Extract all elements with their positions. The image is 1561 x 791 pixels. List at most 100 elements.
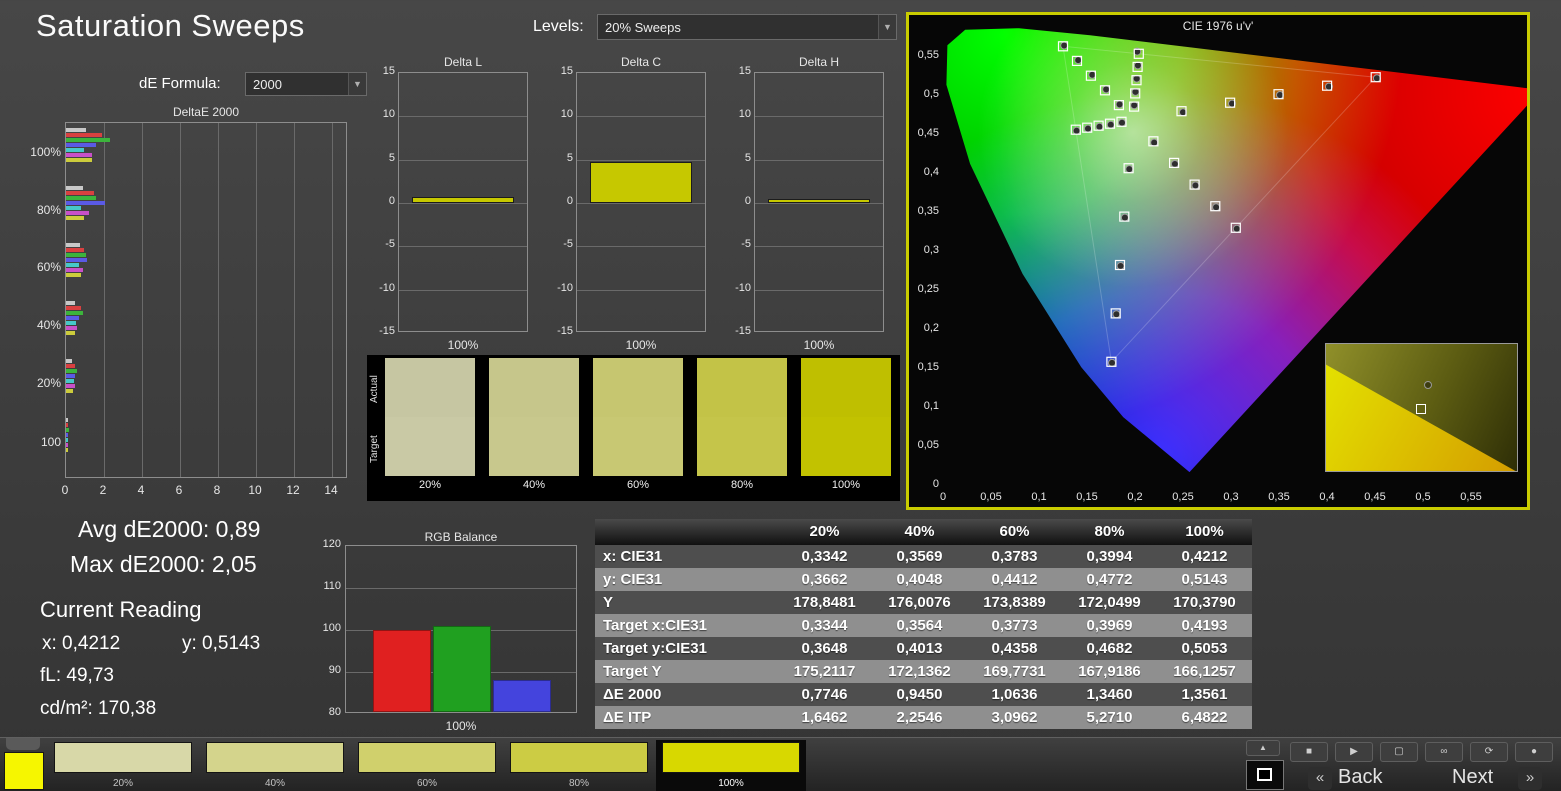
back-chevron-icon[interactable]: «: [1308, 767, 1332, 790]
tab-swatch: [510, 742, 648, 773]
x-tick-label: 0,5: [1415, 491, 1431, 503]
tab-swatch: [54, 742, 192, 773]
row-label: ΔE 2000: [603, 686, 662, 703]
swatch-comparison-panel: Actual Target 20% 40% 60% 80% 100%: [367, 355, 900, 501]
tab-label: 100%: [718, 778, 744, 789]
cell: 0,3662: [801, 571, 848, 588]
cell: 0,3344: [801, 617, 848, 634]
bar-yellow: [66, 448, 68, 452]
measurement-point: [1372, 74, 1381, 83]
pattern-window-button[interactable]: [1246, 760, 1284, 790]
cell: 170,3790: [1173, 594, 1236, 611]
cell: 0,5143: [1181, 571, 1228, 588]
swatch-label: 60%: [626, 479, 650, 491]
pattern-tab-40%[interactable]: 40%: [200, 740, 350, 791]
back-button[interactable]: Back: [1338, 766, 1418, 790]
deltae2000-chart: DeltaE 2000 0 2 4 6 8 10 12 14 100% 80% 60% 40% 20% 10…: [25, 105, 357, 505]
next-button[interactable]: Next: [1452, 766, 1512, 790]
y-tick-label: 0,45: [917, 127, 939, 139]
x-tick-label: 4: [137, 483, 145, 497]
gridline: [218, 123, 219, 477]
cell: 0,4212: [1181, 548, 1228, 565]
stop-button[interactable]: ■: [1290, 742, 1328, 762]
bar-white: [66, 243, 80, 247]
cell: 3,0962: [991, 709, 1038, 726]
gridline: [399, 203, 527, 204]
pattern-button[interactable]: ▢: [1380, 742, 1418, 762]
y-tick-label: 0,3: [923, 244, 939, 256]
measurement-point: [1108, 358, 1116, 367]
y-tick-label: 100: [40, 435, 61, 449]
current-y-value: y: 0,5143: [182, 633, 261, 654]
measurement-point: [1088, 70, 1097, 79]
gridline: [755, 290, 883, 291]
y-tick-label: 100: [322, 622, 341, 634]
measurement-point: [1125, 165, 1134, 174]
play-button[interactable]: ▶: [1335, 742, 1373, 762]
pattern-tab-100%[interactable]: 100%: [656, 740, 806, 791]
y-tick-label: 5: [566, 152, 573, 164]
bar-white: [66, 186, 83, 190]
y-tick-label: 0,05: [917, 439, 939, 451]
cell: 0,5053: [1181, 640, 1228, 657]
x-tick-label: 2: [99, 483, 107, 497]
row-label: y: CIE31: [603, 571, 663, 588]
refresh-button[interactable]: ⟳: [1470, 742, 1508, 762]
measurement-point: [1170, 160, 1179, 168]
current-cdm2-value: cd/m²: 170,38: [40, 698, 157, 719]
gridline: [346, 588, 576, 589]
y-tick-label: 0,35: [917, 205, 939, 217]
gridline: [755, 246, 883, 247]
levels-dropdown[interactable]: 20% Sweeps ▼: [597, 14, 897, 40]
target-row-label: Target: [369, 435, 380, 463]
measurement-point: [1115, 100, 1124, 109]
bar-magenta: [66, 153, 92, 157]
cell: 0,3648: [801, 640, 848, 657]
cell: 0,4682: [1086, 640, 1133, 657]
y-tick-label: -15: [379, 325, 395, 337]
pattern-tab-60%[interactable]: 60%: [352, 740, 502, 791]
status-button[interactable]: ●: [1515, 742, 1553, 762]
y-tick-label: 0: [566, 195, 573, 207]
cell: 172,0499: [1078, 594, 1141, 611]
cell: 60%: [999, 523, 1030, 540]
next-chevron-icon[interactable]: »: [1518, 767, 1542, 790]
x-tick-label: 6: [175, 483, 183, 497]
measurement-table: 20% 40% 60% 80% 100% x: CIE31 0,3342 0,3569 0,37…: [595, 519, 1252, 730]
tab-swatch: [358, 742, 496, 773]
cell: 1,3561: [1181, 686, 1228, 703]
bar-white: [66, 359, 72, 363]
bar-cyan: [66, 438, 68, 442]
de-formula-dropdown[interactable]: 2000 ▼: [245, 72, 367, 96]
cell: 0,4193: [1181, 617, 1228, 634]
bar-magenta: [66, 384, 75, 388]
pattern-tab-20%[interactable]: 20%: [48, 740, 198, 791]
y-tick-label: -10: [557, 282, 573, 294]
bar-green: [433, 626, 491, 712]
avg-de2000-value: Avg dE2000: 0,89: [78, 516, 261, 542]
gridline: [332, 123, 333, 477]
tab-label: 20%: [112, 778, 133, 789]
cell: 0,3969: [1086, 617, 1133, 634]
loop-button[interactable]: ∞: [1425, 742, 1463, 762]
y-tick-label: 40%: [36, 318, 61, 332]
current-reading-label: Current Reading: [40, 597, 202, 622]
delta-h-chart: Delta H 15 10 5 0 -5 -10 -15 100%: [734, 55, 889, 355]
measurement-point: [1150, 138, 1159, 147]
bar-white: [66, 418, 68, 422]
y-tick-label: 5: [744, 152, 751, 164]
table-row: Target y:CIE31 0,3648 0,4013 0,4358 0,4682 0,…: [595, 637, 1252, 660]
panel-collapse-tab[interactable]: [6, 738, 40, 750]
gridline: [399, 116, 527, 117]
x-tick-label: 100%: [445, 719, 477, 733]
tab-swatch: [206, 742, 344, 773]
pattern-tab-80%[interactable]: 80%: [504, 740, 654, 791]
x-tick-label: 0: [939, 491, 947, 503]
x-tick-label: 0,35: [1268, 491, 1290, 503]
actual-swatch-80%: [697, 358, 787, 417]
cell: 0,4358: [991, 640, 1038, 657]
bar-red: [66, 133, 102, 137]
expand-button[interactable]: ▲: [1246, 740, 1280, 756]
measurement-point: [1074, 56, 1083, 65]
y-tick-label: 0,15: [917, 361, 939, 373]
